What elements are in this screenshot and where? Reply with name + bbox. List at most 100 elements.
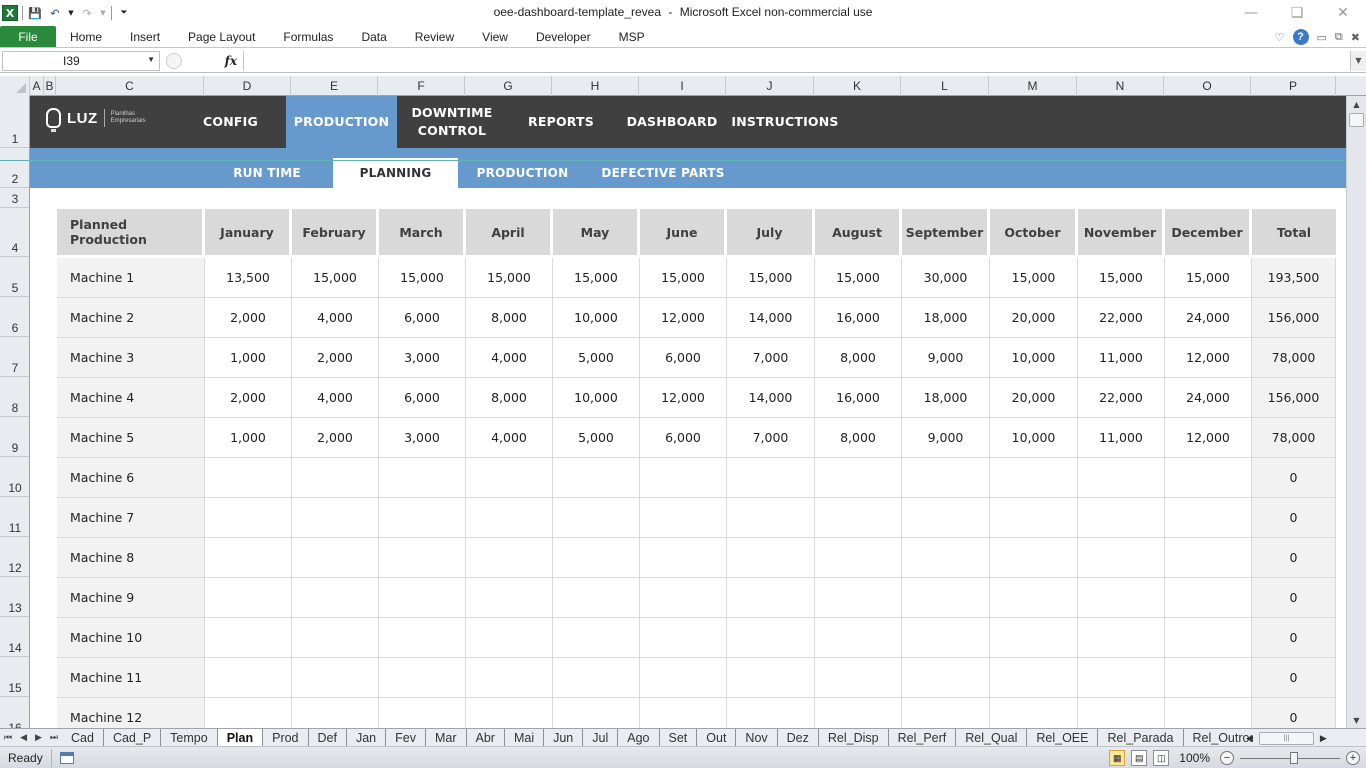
- month-value-cell[interactable]: [292, 458, 379, 498]
- row-header[interactable]: 7: [0, 337, 29, 377]
- month-value-cell[interactable]: [553, 578, 640, 618]
- month-value-cell[interactable]: 15,000: [640, 258, 727, 298]
- header-cell[interactable]: April: [466, 209, 553, 255]
- month-value-cell[interactable]: 22,000: [1078, 378, 1165, 418]
- header-cell[interactable]: November: [1078, 209, 1165, 255]
- month-value-cell[interactable]: [990, 498, 1078, 538]
- workbook-close-icon[interactable]: ✖: [1351, 31, 1360, 44]
- scroll-up-icon[interactable]: ▲: [1347, 96, 1366, 112]
- total-cell[interactable]: 156,000: [1252, 378, 1336, 418]
- sheet-tab[interactable]: Jun: [544, 728, 584, 747]
- restore-button[interactable]: ❏: [1274, 0, 1320, 26]
- nav-reports[interactable]: REPORTS: [510, 96, 612, 148]
- total-cell[interactable]: 193,500: [1252, 258, 1336, 298]
- sheet-tab[interactable]: Plan: [217, 728, 264, 747]
- month-value-cell[interactable]: [1078, 498, 1165, 538]
- month-value-cell[interactable]: [553, 498, 640, 538]
- row-header[interactable]: 3: [0, 188, 29, 208]
- column-header[interactable]: D: [204, 76, 291, 96]
- column-header[interactable]: B: [44, 76, 56, 96]
- row-header[interactable]: 1: [0, 96, 29, 148]
- month-value-cell[interactable]: [466, 458, 553, 498]
- minimize-button[interactable]: —: [1228, 0, 1274, 26]
- month-value-cell[interactable]: [1165, 618, 1252, 658]
- tab-file[interactable]: File: [0, 26, 56, 47]
- month-value-cell[interactable]: [379, 658, 466, 698]
- total-cell[interactable]: 0: [1252, 538, 1336, 578]
- scroll-left-icon[interactable]: ◀: [1246, 733, 1253, 744]
- month-value-cell[interactable]: 8,000: [815, 338, 902, 378]
- month-value-cell[interactable]: [205, 458, 292, 498]
- nav-dashboard[interactable]: DASHBOARD: [620, 96, 724, 148]
- month-value-cell[interactable]: 22,000: [1078, 298, 1165, 338]
- machine-name-cell[interactable]: Machine 10: [57, 618, 205, 658]
- sheet-tab[interactable]: Cad: [62, 728, 104, 747]
- month-value-cell[interactable]: [902, 538, 990, 578]
- header-cell[interactable]: September: [902, 209, 990, 255]
- month-value-cell[interactable]: 2,000: [205, 298, 292, 338]
- month-value-cell[interactable]: 8,000: [466, 378, 553, 418]
- month-value-cell[interactable]: [902, 658, 990, 698]
- month-value-cell[interactable]: [1165, 698, 1252, 728]
- month-value-cell[interactable]: [990, 698, 1078, 728]
- column-header[interactable]: E: [291, 76, 378, 96]
- month-value-cell[interactable]: 15,000: [1165, 258, 1252, 298]
- nav-downtime-control[interactable]: DOWNTIME CONTROL: [397, 96, 507, 148]
- column-header[interactable]: P: [1251, 76, 1336, 96]
- tab-developer[interactable]: Developer: [522, 26, 605, 47]
- month-value-cell[interactable]: [727, 498, 815, 538]
- month-value-cell[interactable]: 24,000: [1165, 298, 1252, 338]
- month-value-cell[interactable]: 10,000: [990, 338, 1078, 378]
- machine-name-cell[interactable]: Machine 1: [57, 258, 205, 298]
- month-value-cell[interactable]: 20,000: [990, 378, 1078, 418]
- month-value-cell[interactable]: 15,000: [553, 258, 640, 298]
- month-value-cell[interactable]: [379, 698, 466, 728]
- total-cell[interactable]: 0: [1252, 618, 1336, 658]
- month-value-cell[interactable]: [640, 658, 727, 698]
- vertical-scroll-thumb[interactable]: [1349, 113, 1364, 127]
- tab-view[interactable]: View: [468, 26, 522, 47]
- month-value-cell[interactable]: 8,000: [466, 298, 553, 338]
- month-value-cell[interactable]: [379, 578, 466, 618]
- month-value-cell[interactable]: [727, 458, 815, 498]
- month-value-cell[interactable]: [466, 498, 553, 538]
- total-cell[interactable]: 156,000: [1252, 298, 1336, 338]
- month-value-cell[interactable]: [815, 578, 902, 618]
- month-value-cell[interactable]: 5,000: [553, 418, 640, 458]
- month-value-cell[interactable]: [205, 698, 292, 728]
- tab-page-layout[interactable]: Page Layout: [174, 26, 269, 47]
- subnav-planning[interactable]: PLANNING: [333, 158, 458, 188]
- tab-formulas[interactable]: Formulas: [269, 26, 347, 47]
- month-value-cell[interactable]: [466, 538, 553, 578]
- month-value-cell[interactable]: [1165, 458, 1252, 498]
- tab-data[interactable]: Data: [347, 26, 400, 47]
- header-cell[interactable]: February: [292, 209, 379, 255]
- month-value-cell[interactable]: 15,000: [990, 258, 1078, 298]
- month-value-cell[interactable]: 7,000: [727, 418, 815, 458]
- prev-sheet-icon[interactable]: ◀: [20, 732, 27, 743]
- month-value-cell[interactable]: [205, 578, 292, 618]
- machine-name-cell[interactable]: Machine 7: [57, 498, 205, 538]
- month-value-cell[interactable]: [466, 578, 553, 618]
- subnav-defective-parts[interactable]: DEFECTIVE PARTS: [600, 158, 726, 188]
- month-value-cell[interactable]: 7,000: [727, 338, 815, 378]
- column-header[interactable]: I: [639, 76, 726, 96]
- horizontal-scrollbar[interactable]: ◀ ||| ▶: [1246, 730, 1346, 746]
- sheet-tab[interactable]: Mar: [425, 728, 467, 747]
- fx-icon[interactable]: fx: [225, 54, 237, 68]
- header-cell[interactable]: Planned Production: [57, 209, 205, 255]
- month-value-cell[interactable]: 10,000: [553, 378, 640, 418]
- machine-name-cell[interactable]: Machine 3: [57, 338, 205, 378]
- first-sheet-icon[interactable]: ⏮: [4, 732, 12, 743]
- sheet-tab[interactable]: Rel_Perf: [888, 728, 957, 747]
- sheet-tab[interactable]: Jul: [583, 728, 619, 747]
- subnav-production[interactable]: PRODUCTION: [465, 158, 580, 188]
- machine-name-cell[interactable]: Machine 2: [57, 298, 205, 338]
- month-value-cell[interactable]: 13,500: [205, 258, 292, 298]
- month-value-cell[interactable]: 14,000: [727, 298, 815, 338]
- sheet-tab[interactable]: Mai: [504, 728, 545, 747]
- name-box[interactable]: I39 ▼: [2, 50, 160, 71]
- total-cell[interactable]: 0: [1252, 658, 1336, 698]
- month-value-cell[interactable]: [727, 538, 815, 578]
- month-value-cell[interactable]: 4,000: [292, 298, 379, 338]
